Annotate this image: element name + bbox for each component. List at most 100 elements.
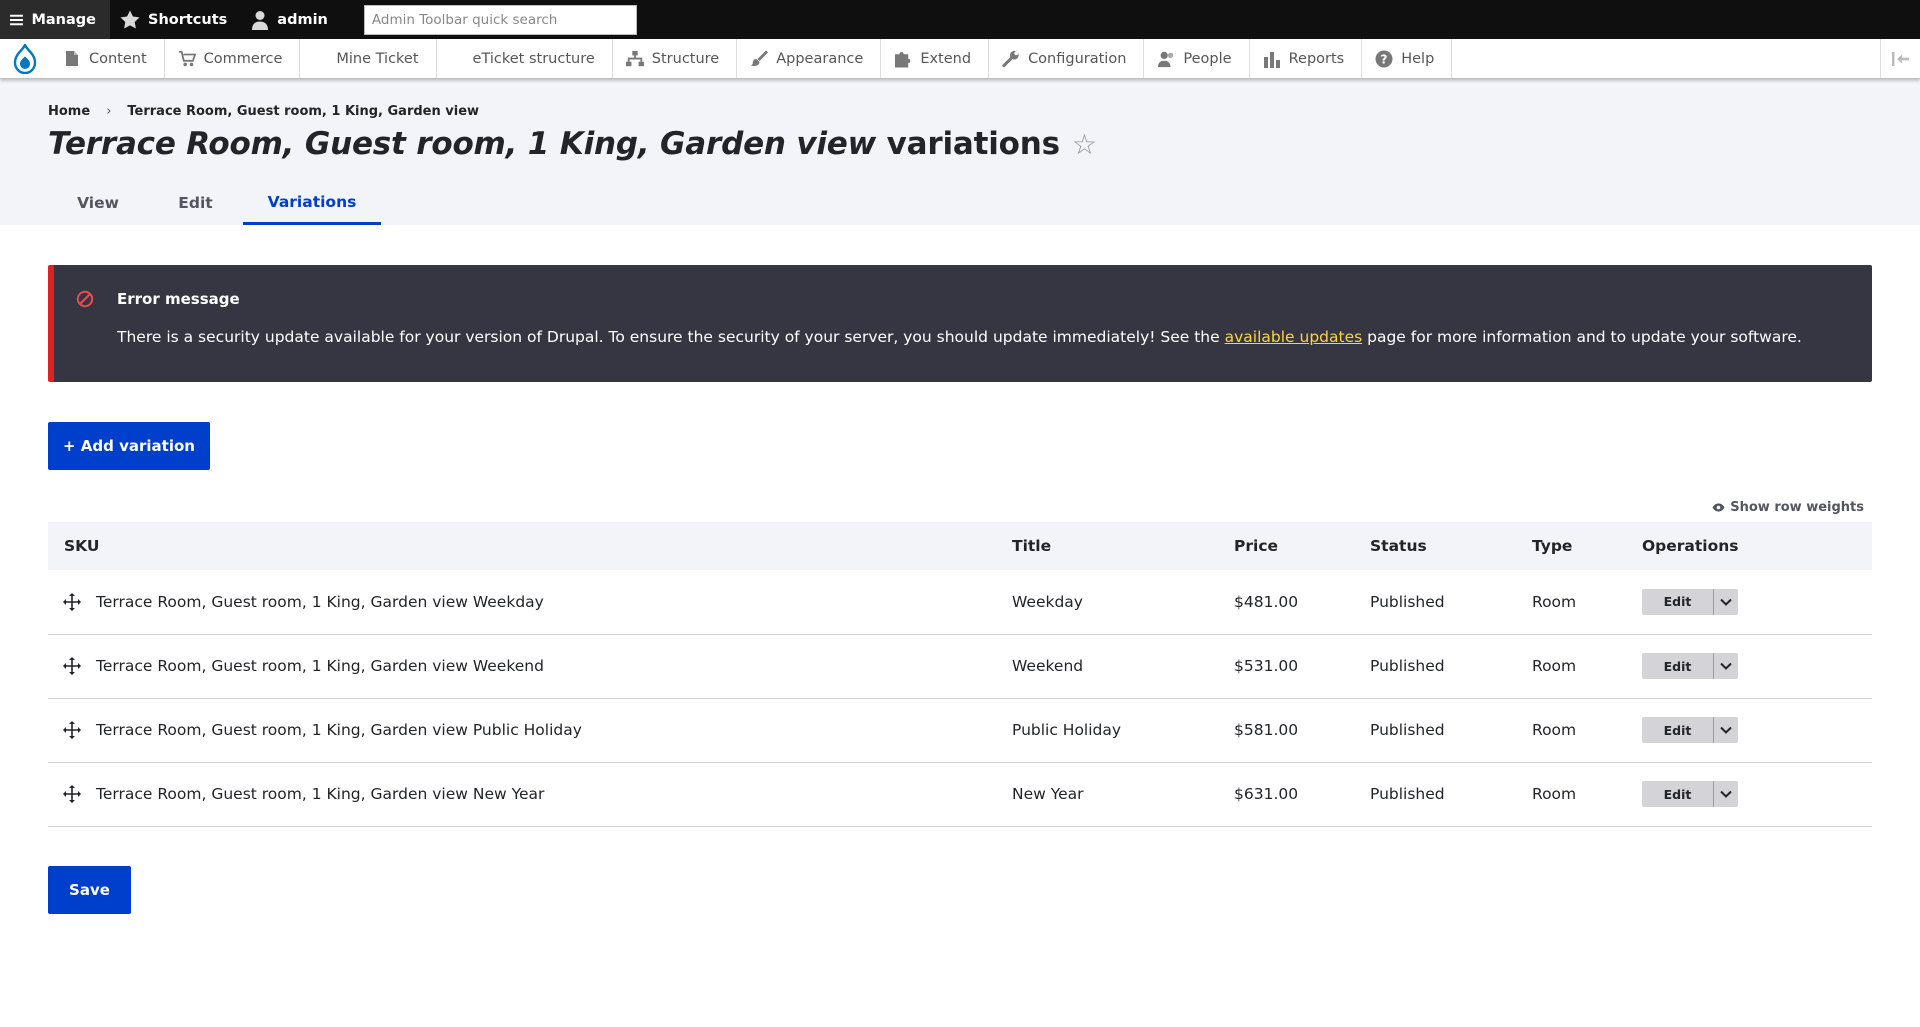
variations-table: SKU Title Price Status Type Operations T… bbox=[48, 522, 1872, 827]
message-title: Error message bbox=[117, 290, 240, 308]
content-icon bbox=[63, 50, 81, 68]
wrench-icon bbox=[1002, 50, 1020, 68]
breadcrumb: Home › Terrace Room, Guest room, 1 King,… bbox=[48, 104, 479, 119]
help-icon: ? bbox=[1375, 50, 1393, 68]
user-tab[interactable]: admin bbox=[241, 0, 342, 39]
variation-status: Published bbox=[1370, 592, 1445, 611]
page-header: Home › Terrace Room, Guest room, 1 King,… bbox=[0, 79, 1920, 225]
table-row: Terrace Room, Guest room, 1 King, Garden… bbox=[48, 698, 1872, 762]
star-icon bbox=[120, 10, 140, 29]
variation-type: Room bbox=[1532, 785, 1577, 803]
operations-dropbutton: Edit bbox=[1642, 717, 1738, 743]
shortcuts-label: Shortcuts bbox=[148, 11, 228, 28]
variation-price: $531.00 bbox=[1234, 657, 1299, 675]
drag-handle-icon[interactable] bbox=[48, 785, 96, 803]
variation-sku: Terrace Room, Guest room, 1 King, Garden… bbox=[96, 721, 582, 739]
variation-price: $631.00 bbox=[1234, 785, 1299, 803]
drag-handle-icon[interactable] bbox=[48, 657, 96, 675]
dropbutton-toggle[interactable] bbox=[1714, 717, 1738, 743]
tab-variations[interactable]: Variations bbox=[243, 181, 381, 225]
menu-item-help[interactable]: ? Help bbox=[1362, 39, 1453, 78]
manage-tab[interactable]: Manage bbox=[0, 0, 110, 39]
favorite-star-icon[interactable]: ☆ bbox=[1072, 128, 1097, 161]
variation-type: Room bbox=[1532, 657, 1577, 675]
dropbutton-toggle[interactable] bbox=[1714, 589, 1738, 615]
admin-toolbar: Manage Shortcuts admin bbox=[0, 0, 1920, 39]
column-header-sku: SKU bbox=[64, 537, 100, 555]
menu-item-label: Help bbox=[1401, 50, 1435, 67]
column-header-price: Price bbox=[1234, 537, 1279, 555]
message-text-after: page for more information and to update … bbox=[1362, 328, 1802, 346]
chevron-down-icon bbox=[1720, 662, 1732, 670]
menu-item-extend[interactable]: Extend bbox=[881, 39, 990, 78]
tab-view[interactable]: View bbox=[48, 181, 148, 225]
variation-sku: Terrace Room, Guest room, 1 King, Garden… bbox=[96, 785, 545, 803]
variation-status: Published bbox=[1370, 721, 1445, 739]
hamburger-icon bbox=[10, 14, 24, 25]
drupal-logo-icon[interactable] bbox=[0, 39, 50, 78]
dropbutton-toggle[interactable] bbox=[1714, 781, 1738, 807]
edit-button[interactable]: Edit bbox=[1642, 717, 1714, 743]
error-message-box: Error message There is a security update… bbox=[48, 265, 1872, 382]
variation-title: Public Holiday bbox=[1012, 721, 1122, 739]
operations-dropbutton: Edit bbox=[1642, 653, 1738, 679]
table-row: Terrace Room, Guest room, 1 King, Garden… bbox=[48, 634, 1872, 698]
drag-handle-icon[interactable] bbox=[48, 592, 96, 611]
menu-item-label: Structure bbox=[651, 50, 720, 67]
show-row-weights-toggle[interactable]: Show row weights bbox=[1712, 500, 1864, 515]
page-title-product: Terrace Room, Guest room, 1 King, Garden… bbox=[48, 126, 877, 162]
variation-type: Room bbox=[1532, 721, 1577, 739]
menu-item-people[interactable]: People bbox=[1144, 39, 1250, 78]
edit-button[interactable]: Edit bbox=[1642, 588, 1714, 615]
menu-item-label: Mine Ticket bbox=[336, 50, 419, 67]
menu-item-commerce[interactable]: Commerce bbox=[165, 39, 301, 78]
menu-item-structure[interactable]: Structure bbox=[613, 39, 738, 78]
column-header-title: Title bbox=[1012, 537, 1052, 555]
menu-item-appearance[interactable]: Appearance bbox=[737, 39, 882, 78]
variation-price: $581.00 bbox=[1234, 721, 1299, 739]
collapse-tray-button[interactable] bbox=[1880, 39, 1920, 78]
menu-item-eticket-structure[interactable]: eTicket structure bbox=[437, 39, 613, 78]
edit-button[interactable]: Edit bbox=[1642, 781, 1714, 807]
message-body: There is a security update available for… bbox=[117, 328, 1802, 346]
menu-item-label: eTicket structure bbox=[472, 50, 595, 67]
drag-handle-icon[interactable] bbox=[48, 721, 96, 739]
svg-text:?: ? bbox=[1381, 52, 1388, 66]
breadcrumb-home-link[interactable]: Home bbox=[48, 104, 90, 119]
error-icon bbox=[76, 290, 94, 308]
dropbutton-toggle[interactable] bbox=[1714, 653, 1738, 679]
tab-edit[interactable]: Edit bbox=[148, 181, 243, 225]
admin-menu-tray: Content Commerce Mine Ticket eTicket str… bbox=[0, 39, 1920, 79]
add-variation-button[interactable]: + Add variation bbox=[48, 422, 210, 470]
chevron-down-icon bbox=[1720, 598, 1732, 606]
table-row: Terrace Room, Guest room, 1 King, Garden… bbox=[48, 570, 1872, 634]
user-label: admin bbox=[277, 11, 328, 28]
menu-item-label: Reports bbox=[1288, 50, 1345, 67]
variation-title: New Year bbox=[1012, 785, 1084, 803]
operations-dropbutton: Edit bbox=[1642, 588, 1738, 615]
menu-item-label: Appearance bbox=[776, 50, 864, 67]
eye-icon bbox=[1712, 503, 1725, 512]
cart-icon bbox=[178, 50, 196, 68]
paintbrush-icon bbox=[750, 49, 769, 68]
variation-price: $481.00 bbox=[1234, 592, 1299, 611]
save-button[interactable]: Save bbox=[48, 866, 131, 914]
variation-sku: Terrace Room, Guest room, 1 King, Garden… bbox=[96, 657, 544, 675]
column-header-type: Type bbox=[1532, 537, 1573, 555]
menu-item-configuration[interactable]: Configuration bbox=[989, 39, 1145, 78]
toolbar-search-input[interactable] bbox=[371, 11, 629, 28]
menu-item-label: People bbox=[1183, 50, 1232, 67]
edit-button[interactable]: Edit bbox=[1642, 653, 1714, 679]
puzzle-icon bbox=[894, 50, 912, 68]
table-header-row: SKU Title Price Status Type Operations bbox=[48, 522, 1872, 570]
menu-item-label: Extend bbox=[920, 50, 972, 67]
local-tasks-tabs: View Edit Variations bbox=[48, 181, 381, 225]
menu-item-mine-ticket[interactable]: Mine Ticket bbox=[300, 39, 437, 78]
menu-item-reports[interactable]: Reports bbox=[1250, 39, 1363, 78]
menu-item-content[interactable]: Content bbox=[50, 39, 165, 78]
variation-sku: Terrace Room, Guest room, 1 King, Garden… bbox=[96, 592, 544, 611]
available-updates-link[interactable]: available updates bbox=[1225, 328, 1363, 346]
breadcrumb-current-link[interactable]: Terrace Room, Guest room, 1 King, Garden… bbox=[127, 104, 479, 119]
shortcuts-tab[interactable]: Shortcuts bbox=[110, 0, 241, 39]
column-header-operations: Operations bbox=[1642, 537, 1739, 555]
